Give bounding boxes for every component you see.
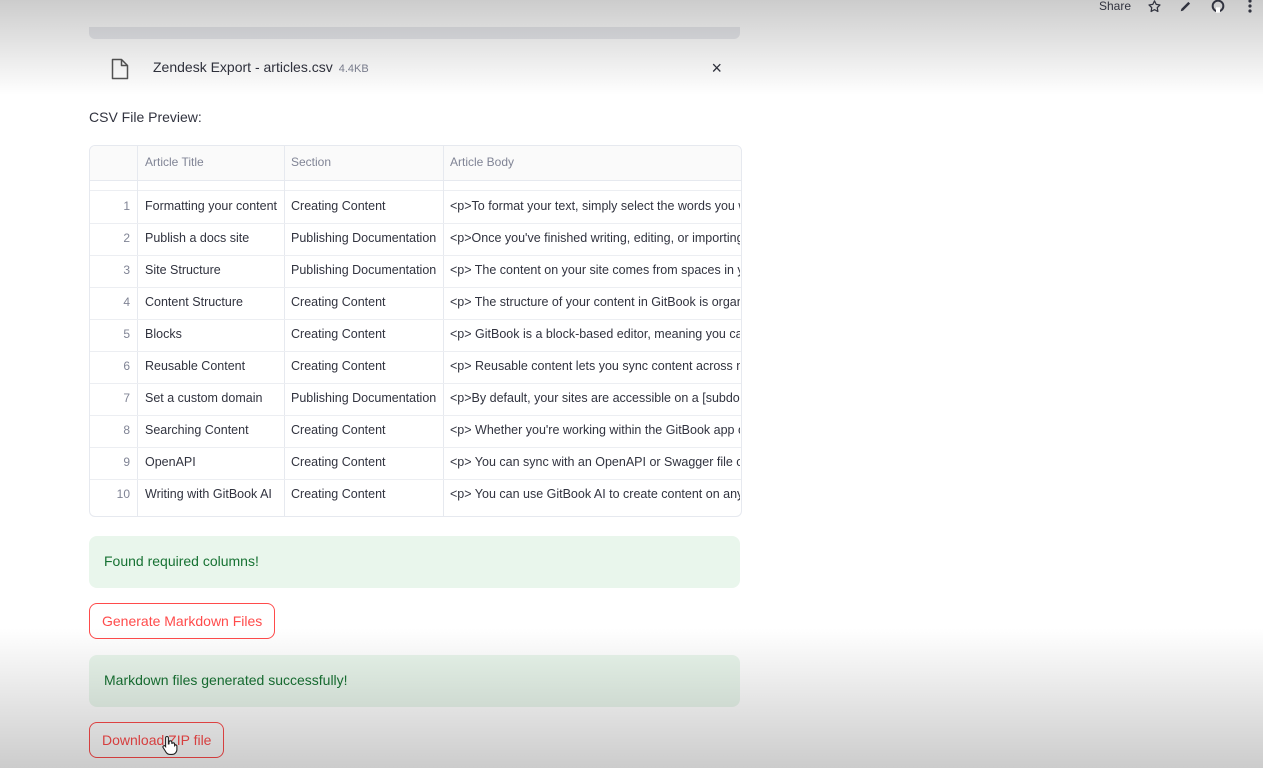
cell-section: Publishing Documentation bbox=[291, 263, 437, 277]
remove-file-button[interactable]: × bbox=[711, 59, 722, 77]
file-name: Zendesk Export - articles.csv 4.4KB bbox=[153, 59, 369, 75]
row-index: 9 bbox=[123, 455, 130, 469]
table-row[interactable]: 8 Searching Content Creating Content <p>… bbox=[90, 415, 741, 448]
cell-section: Publishing Documentation bbox=[291, 391, 437, 405]
cell-body: <p> Reusable content lets you sync conte… bbox=[450, 359, 740, 373]
row-index: 5 bbox=[123, 327, 130, 341]
cell-body: <p> Whether you're working within the Gi… bbox=[450, 423, 740, 437]
cell-body: <p>By default, your sites are accessible… bbox=[450, 391, 740, 405]
cell-body: <p>Once you've finished writing, editing… bbox=[450, 231, 740, 245]
table-row[interactable]: 7 Set a custom domain Publishing Documen… bbox=[90, 383, 741, 416]
pencil-icon[interactable] bbox=[1177, 0, 1195, 15]
cell-section: Publishing Documentation bbox=[291, 231, 437, 245]
cell-title: Content Structure bbox=[145, 295, 243, 309]
download-zip-button[interactable]: Download ZIP file bbox=[89, 722, 225, 758]
cell-body: <p> The content on your site comes from … bbox=[450, 263, 740, 277]
file-icon bbox=[111, 58, 129, 85]
cell-section: Creating Content bbox=[291, 199, 386, 213]
csv-preview-table[interactable]: Article Title Section Article Body 1 For… bbox=[89, 145, 742, 517]
file-name-text: Zendesk Export - articles.csv bbox=[153, 59, 333, 75]
cell-title: Set a custom domain bbox=[145, 391, 263, 405]
cell-section: Creating Content bbox=[291, 295, 386, 309]
uploaded-file-row: Zendesk Export - articles.csv 4.4KB × bbox=[89, 50, 740, 86]
cell-title: Writing with GitBook AI bbox=[145, 487, 272, 501]
file-size: 4.4KB bbox=[338, 63, 369, 75]
table-row[interactable]: 4 Content Structure Creating Content <p>… bbox=[90, 287, 741, 320]
cell-title: Blocks bbox=[145, 327, 182, 341]
generate-markdown-button[interactable]: Generate Markdown Files bbox=[89, 603, 276, 639]
cell-body: <p> You can use GitBook AI to create con… bbox=[450, 487, 740, 501]
row-index: 6 bbox=[123, 359, 130, 373]
cell-title: Reusable Content bbox=[145, 359, 246, 373]
more-vert-icon[interactable] bbox=[1241, 0, 1259, 15]
row-index: 4 bbox=[123, 295, 130, 309]
success-alert-generated: Markdown files generated successfully! bbox=[89, 655, 740, 707]
row-index: 2 bbox=[123, 231, 130, 245]
app-toolbar: Share bbox=[1099, 0, 1259, 15]
table-row-partial bbox=[90, 180, 741, 191]
share-button[interactable]: Share bbox=[1099, 0, 1131, 13]
table-row[interactable]: 6 Reusable Content Creating Content <p> … bbox=[90, 351, 741, 384]
cell-section: Creating Content bbox=[291, 327, 386, 341]
cell-title: OpenAPI bbox=[145, 455, 196, 469]
table-row[interactable]: 2 Publish a docs site Publishing Documen… bbox=[90, 223, 741, 256]
cell-title: Publish a docs site bbox=[145, 231, 250, 245]
github-icon[interactable] bbox=[1209, 0, 1227, 15]
file-dropzone[interactable] bbox=[89, 27, 740, 39]
column-header-body[interactable]: Article Body bbox=[450, 155, 514, 169]
table-row[interactable]: 1 Formatting your content Creating Conte… bbox=[90, 191, 741, 224]
success-alert-text: Markdown files generated successfully! bbox=[104, 672, 348, 688]
cell-section: Creating Content bbox=[291, 423, 386, 437]
success-alert-columns: Found required columns! bbox=[89, 536, 740, 588]
table-row[interactable]: 10 Writing with GitBook AI Creating Cont… bbox=[90, 479, 741, 511]
hand-cursor-icon bbox=[162, 735, 178, 760]
row-index: 10 bbox=[116, 487, 130, 501]
cell-body: <p> You can sync with an OpenAPI or Swag… bbox=[450, 455, 740, 469]
csv-preview-label: CSV File Preview: bbox=[89, 109, 202, 125]
cell-title: Searching Content bbox=[145, 423, 249, 437]
row-index: 8 bbox=[123, 423, 130, 437]
cell-section: Creating Content bbox=[291, 359, 386, 373]
cell-section: Creating Content bbox=[291, 455, 386, 469]
cell-title: Site Structure bbox=[145, 263, 221, 277]
column-header-section[interactable]: Section bbox=[291, 155, 331, 169]
cell-body: <p> GitBook is a block-based editor, mea… bbox=[450, 327, 740, 341]
cell-section: Creating Content bbox=[291, 487, 386, 501]
table-row[interactable]: 3 Site Structure Publishing Documentatio… bbox=[90, 255, 741, 288]
table-row[interactable]: 9 OpenAPI Creating Content <p> You can s… bbox=[90, 447, 741, 480]
row-index: 1 bbox=[123, 199, 130, 213]
row-index: 3 bbox=[123, 263, 130, 277]
success-alert-text: Found required columns! bbox=[104, 553, 259, 569]
column-header-title[interactable]: Article Title bbox=[145, 155, 204, 169]
table-header: Article Title Section Article Body bbox=[90, 146, 741, 181]
cell-body: <p> The structure of your content in Git… bbox=[450, 295, 740, 309]
cell-title: Formatting your content bbox=[145, 199, 278, 213]
star-icon[interactable] bbox=[1145, 0, 1163, 15]
table-row[interactable]: 5 Blocks Creating Content <p> GitBook is… bbox=[90, 319, 741, 352]
cell-body: <p>To format your text, simply select th… bbox=[450, 199, 740, 213]
row-index: 7 bbox=[123, 391, 130, 405]
